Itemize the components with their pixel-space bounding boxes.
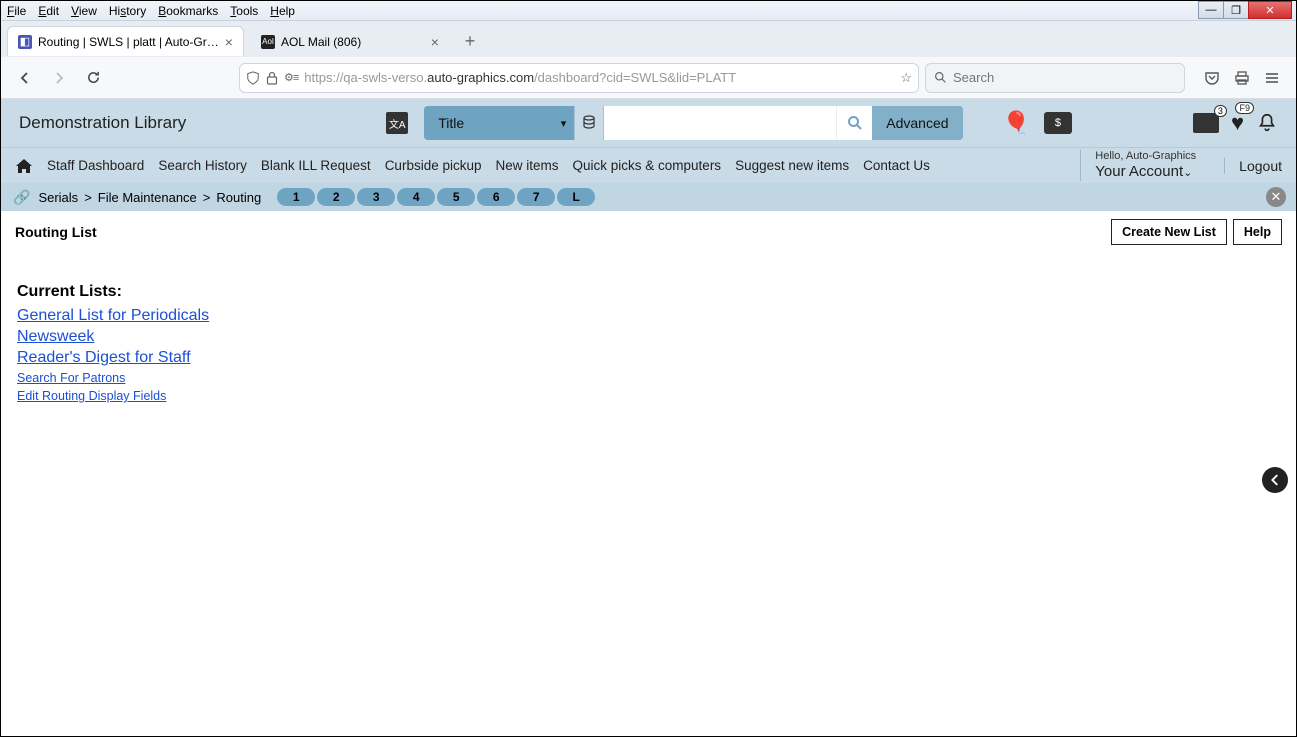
window-controls: — ❐ ✕ — [1199, 1, 1292, 19]
browser-search-box[interactable] — [925, 63, 1185, 93]
crumb-file-maint[interactable]: File Maintenance — [98, 190, 197, 205]
logout-link[interactable]: Logout — [1224, 158, 1282, 174]
tab-title: Routing | SWLS | platt | Auto-Gr… — [38, 35, 219, 49]
maximize-button[interactable]: ❐ — [1223, 1, 1249, 19]
catalog-search-button[interactable] — [836, 106, 872, 140]
advanced-search-button[interactable]: Advanced — [872, 106, 962, 140]
help-button[interactable]: Help — [1233, 219, 1282, 245]
edit-display-fields-link[interactable]: Edit Routing Display Fields — [17, 389, 1280, 403]
nav-staff-dashboard[interactable]: Staff Dashboard — [47, 158, 144, 173]
pill-2[interactable]: 2 — [317, 188, 355, 206]
create-new-list-button[interactable]: Create New List — [1111, 219, 1227, 245]
browser-toolbar: ⚙≡ https://qa-swls-verso.auto-graphics.c… — [1, 57, 1296, 99]
notifications-icon[interactable] — [1256, 112, 1278, 134]
greeting-text: Hello, Auto-Graphics — [1095, 150, 1196, 163]
step-pills: 1 2 3 4 5 6 7 L — [277, 188, 595, 206]
nav-quick-picks[interactable]: Quick picks & computers — [573, 158, 722, 173]
back-button[interactable] — [11, 64, 39, 92]
tab-close-icon[interactable]: × — [225, 34, 233, 50]
database-icon[interactable] — [574, 106, 604, 140]
main-nav: Staff Dashboard Search History Blank ILL… — [1, 147, 1296, 183]
close-panel-icon[interactable]: ✕ — [1266, 187, 1286, 207]
chevron-down-icon: ⌄ — [1183, 167, 1192, 179]
chain-icon: 🔗 — [13, 189, 30, 206]
breadcrumb-row: 🔗 Serials > File Maintenance > Routing 1… — [1, 183, 1296, 211]
crumb-sep: > — [84, 190, 92, 205]
routing-list-link[interactable]: General List for Periodicals — [17, 307, 1280, 325]
menu-file[interactable]: File — [7, 4, 26, 18]
pill-1[interactable]: 1 — [277, 188, 315, 206]
shield-icon[interactable] — [246, 71, 260, 85]
pill-l[interactable]: L — [557, 188, 595, 206]
catalog-search: Title Advanced — [424, 106, 962, 140]
tab-strip: ◧ Routing | SWLS | platt | Auto-Gr… × Ao… — [1, 21, 1296, 57]
page-header: Routing List Create New List Help — [1, 211, 1296, 253]
favicon-aol-icon: Aol — [261, 35, 275, 49]
nav-contact[interactable]: Contact Us — [863, 158, 930, 173]
current-lists-heading: Current Lists: — [17, 283, 1280, 301]
search-patrons-link[interactable]: Search For Patrons — [17, 371, 1280, 385]
favicon-app-icon: ◧ — [18, 35, 32, 49]
pill-6[interactable]: 6 — [477, 188, 515, 206]
menu-help[interactable]: Help — [270, 4, 295, 18]
your-account-label: Your Account⌄ — [1095, 163, 1196, 181]
nav-suggest[interactable]: Suggest new items — [735, 158, 849, 173]
hamburger-menu-icon[interactable] — [1264, 70, 1280, 86]
routing-list-link[interactable]: Newsweek — [17, 328, 1280, 346]
permissions-icon[interactable]: ⚙≡ — [284, 71, 298, 84]
browser-menu-bar: File Edit View History Bookmarks Tools H… — [1, 1, 1296, 21]
app-header: Demonstration Library 文A Title Advanced … — [1, 99, 1296, 147]
menu-edit[interactable]: Edit — [38, 4, 59, 18]
home-icon[interactable] — [15, 158, 33, 174]
fines-icon[interactable] — [1044, 112, 1072, 134]
lock-icon[interactable] — [266, 71, 278, 85]
reload-button[interactable] — [79, 64, 107, 92]
pill-7[interactable]: 7 — [517, 188, 555, 206]
minimize-button[interactable]: — — [1198, 1, 1224, 19]
favorites-icon[interactable]: ♥ — [1231, 110, 1244, 136]
tab-title: AOL Mail (806) — [281, 35, 361, 49]
pill-5[interactable]: 5 — [437, 188, 475, 206]
crumb-serials[interactable]: Serials — [38, 190, 78, 205]
menu-tools[interactable]: Tools — [230, 4, 258, 18]
pill-3[interactable]: 3 — [357, 188, 395, 206]
page-title: Routing List — [15, 224, 97, 240]
tab-routing[interactable]: ◧ Routing | SWLS | platt | Auto-Gr… × — [7, 26, 244, 56]
browser-search-input[interactable] — [953, 70, 1176, 85]
url-text: https://qa-swls-verso.auto-graphics.com/… — [304, 70, 894, 85]
address-bar[interactable]: ⚙≡ https://qa-swls-verso.auto-graphics.c… — [239, 63, 919, 93]
toolbar-right-icons — [1204, 70, 1286, 86]
nav-new-items[interactable]: New items — [496, 158, 559, 173]
nav-curbside[interactable]: Curbside pickup — [385, 158, 482, 173]
catalog-search-input[interactable] — [604, 106, 836, 140]
routing-list-link[interactable]: Reader's Digest for Staff — [17, 349, 1280, 367]
print-icon[interactable] — [1234, 70, 1250, 86]
bookmark-star-icon[interactable]: ☆ — [900, 70, 912, 86]
pill-4[interactable]: 4 — [397, 188, 435, 206]
search-icon — [934, 71, 947, 84]
search-type-dropdown[interactable]: Title — [424, 106, 574, 140]
menu-history[interactable]: History — [109, 4, 146, 18]
library-name: Demonstration Library — [19, 113, 186, 133]
pocket-icon[interactable] — [1204, 70, 1220, 86]
tab-aol[interactable]: Aol AOL Mail (806) × — [250, 26, 450, 56]
menu-bookmarks[interactable]: Bookmarks — [158, 4, 218, 18]
language-icon[interactable]: 文A — [386, 112, 408, 134]
balloon-icon[interactable]: 🎈 — [1003, 110, 1030, 136]
lists-icon[interactable] — [1193, 113, 1219, 133]
crumb-routing[interactable]: Routing — [216, 190, 261, 205]
floating-back-button[interactable] — [1262, 467, 1288, 493]
crumb-sep: > — [203, 190, 211, 205]
forward-button[interactable] — [45, 64, 73, 92]
header-right: ♥ — [1193, 110, 1278, 136]
nav-blank-ill[interactable]: Blank ILL Request — [261, 158, 371, 173]
nav-search-history[interactable]: Search History — [158, 158, 247, 173]
new-tab-button[interactable]: + — [456, 27, 484, 55]
tab-close-icon[interactable]: × — [431, 34, 439, 50]
header-icons: 🎈 — [1003, 110, 1072, 136]
close-window-button[interactable]: ✕ — [1248, 1, 1292, 19]
account-menu[interactable]: Hello, Auto-Graphics Your Account⌄ — [1080, 150, 1196, 181]
main-content: Current Lists: General List for Periodic… — [1, 253, 1296, 419]
menu-view[interactable]: View — [71, 4, 97, 18]
